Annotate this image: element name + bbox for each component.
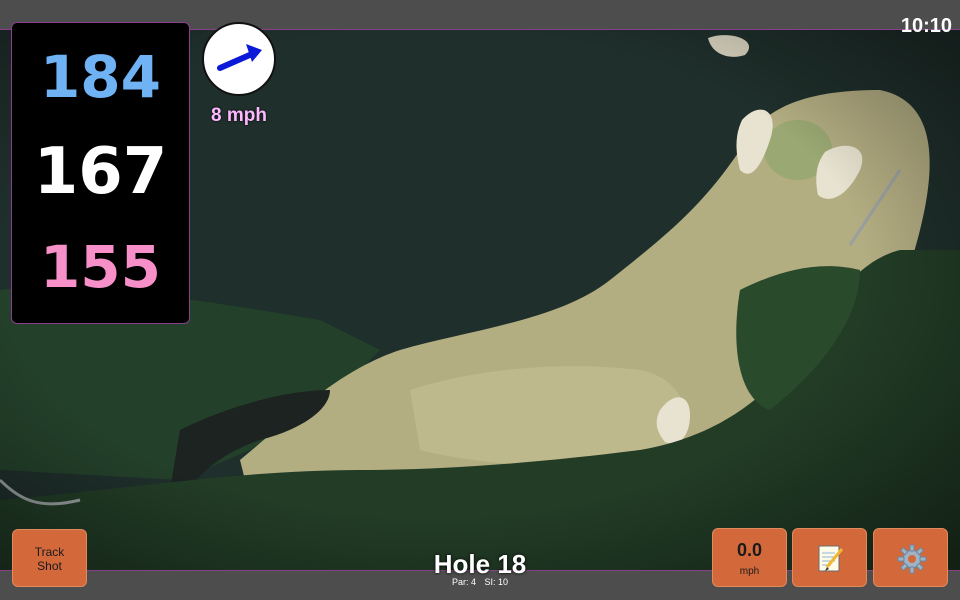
- hole-meta: Par: 4 SI: 10: [380, 577, 580, 587]
- clock-time: 10:10: [900, 15, 952, 37]
- back-distance: 184: [39, 43, 162, 111]
- middle-distance: 167: [33, 135, 168, 209]
- wind-direction-indicator: [202, 22, 276, 96]
- hole-stroke-index: SI: 10: [484, 577, 509, 587]
- wind-direction-arrow-icon: [217, 44, 262, 71]
- speed-button[interactable]: 0.0 mph: [712, 528, 787, 587]
- speed-value: 0.0: [736, 540, 763, 560]
- distance-panel: 184 167 155: [11, 22, 190, 324]
- track-shot-button[interactable]: Track Shot: [12, 529, 87, 587]
- notepad-icon: [818, 545, 844, 572]
- hole-title: Hole 18: [433, 549, 527, 579]
- notes-button[interactable]: [792, 528, 867, 587]
- speed-unit: mph: [739, 566, 760, 577]
- hole-par: Par: 4: [451, 577, 476, 587]
- track-shot-label-line2: Shot: [37, 559, 62, 573]
- wind-speed: 8 mph: [211, 105, 267, 126]
- gear-icon: [897, 544, 927, 574]
- track-shot-label-line1: Track: [34, 545, 65, 559]
- front-distance: 155: [39, 233, 162, 301]
- settings-button[interactable]: [873, 528, 948, 587]
